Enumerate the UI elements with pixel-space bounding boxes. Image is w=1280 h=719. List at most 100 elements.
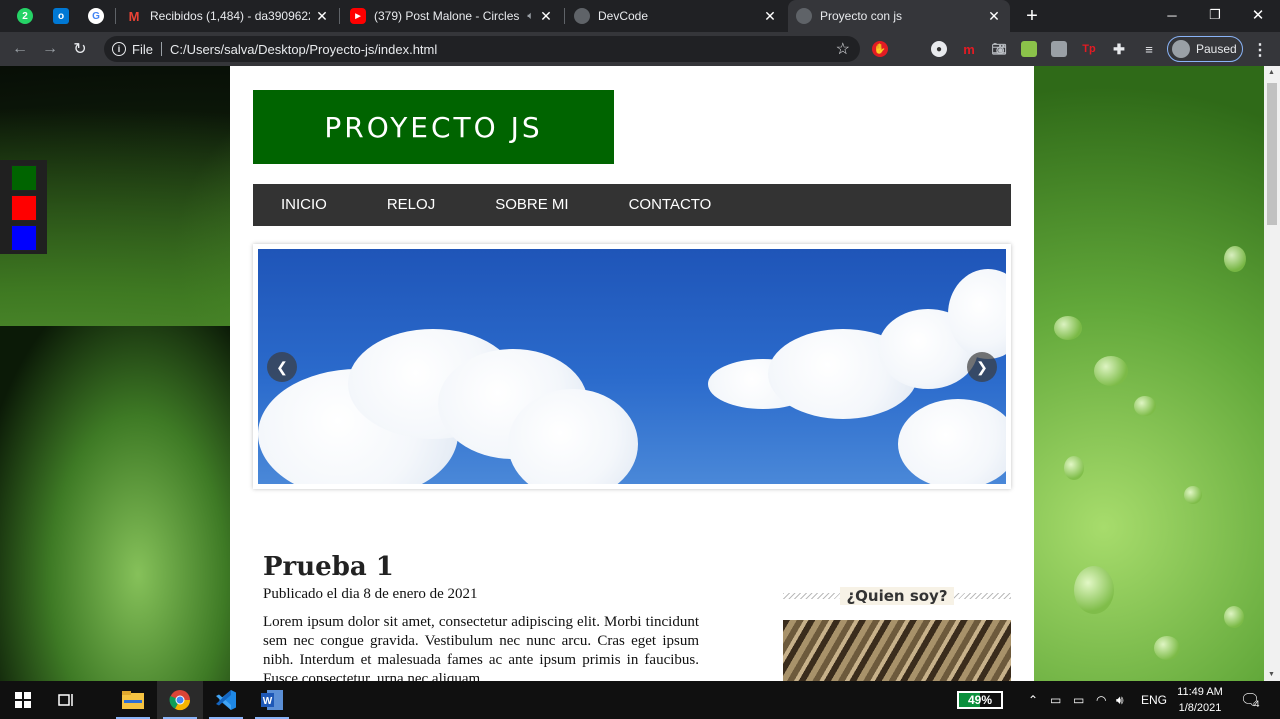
tab-strip: 2 o G M Recibidos (1,484) - da3909622@ ✕…	[0, 0, 1280, 32]
extension-chat-icon[interactable]	[1021, 41, 1037, 57]
word-icon: W	[261, 690, 283, 710]
close-icon[interactable]: ✕	[314, 8, 330, 24]
scroll-down-icon[interactable]: ▼	[1268, 671, 1275, 678]
extension-adblock-icon[interactable]: ✋	[872, 41, 888, 57]
profile-button[interactable]: Paused	[1167, 36, 1243, 62]
profile-status: Paused	[1196, 42, 1237, 56]
sidebar-heading: ¿Quien soy?	[783, 584, 1011, 608]
restore-button[interactable]: ❐	[1193, 0, 1237, 30]
clock-date: 1/8/2021	[1178, 702, 1222, 714]
language-indicator[interactable]: ENG	[1141, 681, 1167, 719]
outlook-icon: o	[53, 8, 69, 24]
windows-taskbar: W 49% ⌃ ▭ ▭ ◠ 🔊︎ ENG 11:49 AM 1/8/2021 🗨…	[0, 681, 1280, 719]
info-icon[interactable]: i	[112, 42, 126, 56]
forward-button[interactable]: →	[38, 37, 62, 61]
post-article: Prueba 1 Publicado el dia 8 de enero de …	[263, 552, 699, 681]
extension-m-icon[interactable]: m	[961, 41, 977, 57]
close-window-button[interactable]: ✕	[1236, 0, 1280, 30]
avatar	[1172, 40, 1190, 58]
battery-percent: 49%	[967, 693, 993, 707]
site-logo[interactable]: PROYECTO JS	[253, 90, 614, 164]
wifi-icon[interactable]: ◠	[1096, 681, 1106, 719]
folder-icon	[122, 691, 144, 709]
page-container: PROYECTO JS INICIO RELOJ SOBRE MI CONTAC…	[230, 66, 1034, 681]
windows-logo-icon	[15, 692, 31, 708]
media-queue-icon[interactable]: ≡	[1141, 41, 1157, 57]
post-body: Lorem ipsum dolor sit amet, consectetur …	[263, 614, 699, 681]
show-hidden-icons-button[interactable]: ⌃	[1028, 681, 1038, 719]
volume-icon[interactable]: 🔊︎	[1116, 681, 1124, 719]
pinned-tab-google[interactable]: G	[79, 0, 113, 32]
tab-devcode[interactable]: DevCode ✕	[566, 0, 786, 32]
bookmark-star-icon[interactable]: ☆	[836, 39, 850, 59]
tab-youtube[interactable]: ▶ (379) Post Malone - Circles - 🔈︎ ✕	[342, 0, 562, 32]
notification-count: 4	[1254, 699, 1260, 709]
close-icon[interactable]: ✕	[986, 8, 1002, 24]
globe-icon	[796, 8, 812, 24]
back-button[interactable]: ←	[8, 37, 32, 61]
whatsapp-icon: 2	[17, 8, 33, 24]
pinned-tab-whatsapp[interactable]: 2	[8, 0, 42, 32]
theme-blue-swatch[interactable]	[11, 225, 37, 251]
meet-now-icon[interactable]: ▭	[1050, 681, 1061, 719]
youtube-icon: ▶	[350, 8, 366, 24]
battery-indicator[interactable]: 49%	[957, 691, 1003, 709]
scroll-up-icon[interactable]: ▲	[1268, 69, 1275, 76]
gmail-icon: M	[128, 8, 140, 24]
background-leaf-right	[1034, 66, 1266, 681]
taskbar-word[interactable]: W	[249, 681, 295, 719]
url-text[interactable]: C:/Users/salva/Desktop/Proyecto-js/index…	[170, 42, 437, 57]
sidebar-image	[783, 620, 1011, 681]
new-tab-button[interactable]: +	[1022, 6, 1042, 26]
action-center-button[interactable]: 🗨︎ 4	[1240, 681, 1260, 719]
address-bar[interactable]: i File C:/Users/salva/Desktop/Proyecto-j…	[104, 36, 860, 62]
theme-green-swatch[interactable]	[11, 165, 37, 191]
sidebar-title: ¿Quien soy?	[840, 587, 954, 605]
taskbar-chrome[interactable]	[157, 681, 203, 719]
extension-circle-icon[interactable]: ●	[931, 41, 947, 57]
taskbar-file-explorer[interactable]	[110, 681, 156, 719]
google-icon: G	[88, 8, 104, 24]
taskbar-vscode[interactable]	[203, 681, 249, 719]
slider-image-sky: ❮ ❯	[258, 249, 1006, 484]
extensions-puzzle-icon[interactable]: ✚	[1111, 41, 1127, 57]
background-leaf-left	[0, 326, 230, 681]
scrollbar-thumb[interactable]	[1267, 83, 1277, 225]
extension-print-icon[interactable]	[1051, 41, 1067, 57]
close-icon[interactable]: ✕	[538, 8, 554, 24]
vertical-scrollbar[interactable]: ▲ ▼	[1264, 66, 1280, 681]
extension-camera-icon[interactable]: 📷︎	[991, 41, 1007, 57]
page-viewport: PROYECTO JS INICIO RELOJ SOBRE MI CONTAC…	[0, 66, 1280, 681]
menu-item-inicio[interactable]: INICIO	[281, 184, 327, 226]
post-date: Publicado el dia 8 de enero de 2021	[263, 586, 478, 602]
extension-tp-icon[interactable]: Tp	[1081, 41, 1097, 57]
pinned-tab-outlook[interactable]: o	[44, 0, 78, 32]
close-icon[interactable]: ✕	[762, 8, 778, 24]
tab-title: (379) Post Malone - Circles -	[374, 9, 524, 23]
post-title[interactable]: Prueba 1	[263, 552, 699, 582]
battery-tray-icon[interactable]: ▭	[1073, 681, 1084, 719]
slider-prev-button[interactable]: ❮	[267, 352, 297, 382]
menu-item-sobre-mi[interactable]: SOBRE MI	[495, 184, 568, 226]
url-scheme-label: File	[132, 41, 153, 57]
tab-title: DevCode	[598, 9, 649, 23]
tab-proyecto-active[interactable]: Proyecto con js ✕	[788, 0, 1010, 32]
image-slider: ❮ ❯	[253, 244, 1011, 489]
globe-icon	[574, 8, 590, 24]
tab-gmail[interactable]: M Recibidos (1,484) - da3909622@ ✕	[118, 0, 338, 32]
minimize-button[interactable]: ─	[1150, 0, 1194, 30]
slider-next-button[interactable]: ❯	[967, 352, 997, 382]
start-button[interactable]	[0, 681, 46, 719]
menu-kebab-icon[interactable]: ⋮	[1252, 40, 1268, 60]
menu-item-contacto[interactable]: CONTACTO	[629, 184, 712, 226]
clock-time: 11:49 AM	[1177, 686, 1223, 698]
task-view-icon	[58, 694, 73, 706]
sidebar: ¿Quien soy?	[783, 584, 1011, 681]
main-menu: INICIO RELOJ SOBRE MI CONTACTO	[253, 184, 1011, 226]
menu-item-reloj[interactable]: RELOJ	[387, 184, 435, 226]
reload-button[interactable]: ↻	[68, 37, 92, 61]
system-clock[interactable]: 11:49 AM 1/8/2021	[1172, 684, 1228, 716]
theme-red-swatch[interactable]	[11, 195, 37, 221]
task-view-button[interactable]	[44, 681, 90, 719]
speaker-muted-icon[interactable]: 🔈︎	[527, 10, 534, 23]
